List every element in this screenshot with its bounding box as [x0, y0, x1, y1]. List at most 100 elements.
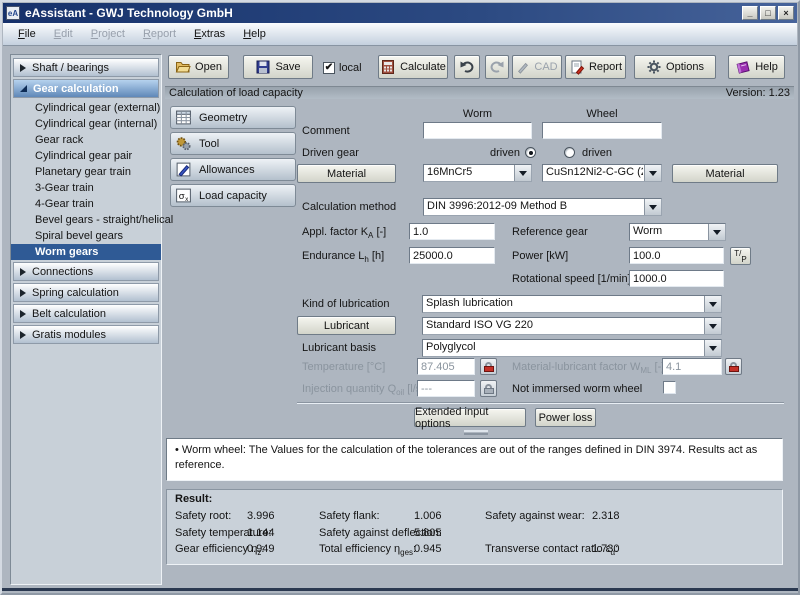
- driven-worm-radio-label: driven: [472, 147, 520, 159]
- save-button[interactable]: Save: [243, 55, 313, 79]
- material-worm-dropdown[interactable]: 16MnCr5: [423, 164, 532, 182]
- safety-against-wear-label: Safety against wear:: [485, 510, 585, 522]
- rotational-speed-input[interactable]: [629, 270, 724, 287]
- chevron-down-icon[interactable]: [704, 296, 721, 312]
- open-folder-icon: [175, 59, 191, 75]
- sidebar-item-gratis-modules[interactable]: Gratis modules: [13, 325, 159, 344]
- driven-wheel-radio[interactable]: [564, 147, 575, 158]
- temperature-input: [417, 358, 475, 375]
- lubricant-basis-dropdown[interactable]: Polyglycol: [422, 339, 722, 357]
- temperature-lock-button[interactable]: [480, 358, 497, 375]
- geometry-button[interactable]: Geometry: [170, 106, 296, 129]
- options-gear-icon: [646, 59, 662, 75]
- sidebar-item-worm-gears[interactable]: Worm gears: [11, 244, 161, 260]
- calculate-button[interactable]: Calculate: [378, 55, 448, 79]
- sidebar-item-belt-calculation[interactable]: Belt calculation: [13, 304, 159, 323]
- load-capacity-button[interactable]: σx Load capacity: [170, 184, 296, 207]
- options-button[interactable]: Options: [634, 55, 716, 79]
- help-book-icon: [735, 59, 751, 75]
- report-label: Report: [589, 61, 622, 73]
- injection-quantity-label: Injection quantity Qoil [l/s]: [302, 383, 424, 397]
- sidebar-item-cylindrical-gear-pair[interactable]: Cylindrical gear pair: [11, 148, 161, 164]
- chevron-down-icon[interactable]: [708, 224, 725, 240]
- safety-root-value: 3.996: [247, 510, 275, 522]
- menu-bar: File Edit Project Report Extras Help: [3, 23, 797, 46]
- calculation-method-dropdown[interactable]: DIN 3996:2012-09 Method B: [423, 198, 662, 216]
- tool-button[interactable]: Tool: [170, 132, 296, 155]
- sidebar-item-spring-calculation[interactable]: Spring calculation: [13, 283, 159, 302]
- redo-button: [485, 55, 509, 79]
- comment-worm-input[interactable]: [423, 122, 532, 139]
- chevron-down-icon[interactable]: [704, 340, 721, 356]
- undo-button[interactable]: [454, 55, 480, 79]
- wheel-column-header: Wheel: [542, 108, 662, 120]
- menu-file[interactable]: File: [9, 23, 45, 45]
- sidebar-item-3-gear-train[interactable]: 3-Gear train: [11, 180, 161, 196]
- chevron-down-icon[interactable]: [704, 318, 721, 334]
- material-worm-button[interactable]: Material: [297, 164, 396, 183]
- cad-pencil-icon: [516, 60, 530, 74]
- chevron-down-icon[interactable]: [644, 199, 661, 215]
- help-button[interactable]: Help: [728, 55, 785, 79]
- close-button[interactable]: ×: [778, 6, 794, 20]
- material-wheel-button[interactable]: Material: [672, 164, 778, 183]
- warning-bullet: •: [175, 444, 179, 456]
- not-immersed-checkbox[interactable]: [663, 381, 676, 394]
- lock-icon: [484, 388, 494, 394]
- sidebar-item-bevel-gears[interactable]: Bevel gears - straight/helical: [11, 212, 161, 228]
- sidebar-item-4-gear-train[interactable]: 4-Gear train: [11, 196, 161, 212]
- geometry-grid-icon: [175, 109, 192, 126]
- chevron-down-icon[interactable]: [514, 165, 531, 181]
- local-checkbox[interactable]: [323, 62, 335, 74]
- injection-quantity-lock-button: [480, 380, 497, 397]
- appl-factor-input[interactable]: [409, 223, 495, 240]
- lubricant-basis-value: Polyglycol: [426, 341, 703, 353]
- sidebar: Shaft / bearings Gear calculation Cylind…: [10, 54, 162, 585]
- svg-text:σ: σ: [179, 191, 185, 202]
- power-input[interactable]: [629, 247, 724, 264]
- comment-wheel-input[interactable]: [542, 122, 662, 139]
- minimize-button[interactable]: _: [742, 6, 758, 20]
- material-wheel-dropdown[interactable]: CuSn12Ni2-C-GC (2...: [542, 164, 662, 182]
- sidebar-item-gear-rack[interactable]: Gear rack: [11, 132, 161, 148]
- calculate-label: Calculate: [400, 61, 446, 73]
- sidebar-item-spiral-bevel-gears[interactable]: Spiral bevel gears: [11, 228, 161, 244]
- sidebar-item-shaft-bearings[interactable]: Shaft / bearings: [13, 58, 159, 77]
- safety-temperature-value: 1.144: [247, 527, 275, 539]
- cad-label: CAD: [534, 61, 557, 73]
- lubricant-button[interactable]: Lubricant: [297, 316, 396, 335]
- app-icon: eA: [6, 6, 20, 20]
- torque-power-toggle-button[interactable]: T/P: [730, 247, 751, 265]
- result-panel: Result: Safety root: 3.996 Safety flank:…: [166, 489, 783, 565]
- driven-worm-radio[interactable]: [525, 147, 536, 158]
- lubricant-dropdown[interactable]: Standard ISO VG 220: [422, 317, 722, 335]
- menu-extras[interactable]: Extras: [185, 23, 234, 45]
- sidebar-item-connections[interactable]: Connections: [13, 262, 159, 281]
- sidebar-item-cylindrical-gear-external[interactable]: Cylindrical gear (external): [11, 100, 161, 116]
- report-document-icon: [569, 59, 585, 75]
- material-lubricant-factor-lock-button[interactable]: [725, 358, 742, 375]
- sidebar-item-gear-calculation[interactable]: Gear calculation: [13, 79, 159, 98]
- tool-gears-icon: [175, 135, 192, 152]
- reference-gear-value: Worm: [633, 225, 707, 237]
- app-window: eA eAssistant - GWJ Technology GmbH _ □ …: [0, 0, 800, 595]
- rotational-speed-label: Rotational speed [1/min]: [512, 273, 631, 285]
- chevron-down-icon[interactable]: [644, 165, 661, 181]
- sidebar-item-cylindrical-gear-internal[interactable]: Cylindrical gear (internal): [11, 116, 161, 132]
- maximize-button[interactable]: □: [760, 6, 776, 20]
- splitter-handle[interactable]: [464, 430, 488, 435]
- calculation-method-label: Calculation method: [302, 201, 396, 213]
- power-loss-button[interactable]: Power loss: [535, 408, 596, 427]
- sidebar-item-planetary-gear-train[interactable]: Planetary gear train: [11, 164, 161, 180]
- kind-of-lubrication-dropdown[interactable]: Splash lubrication: [422, 295, 722, 313]
- save-floppy-icon: [255, 59, 271, 75]
- open-button[interactable]: Open: [168, 55, 229, 79]
- sidebar-item-label: Belt calculation: [32, 308, 106, 320]
- allowances-button[interactable]: Allowances: [170, 158, 296, 181]
- local-checkbox-group[interactable]: local: [323, 60, 375, 76]
- extended-input-options-button[interactable]: Extended input options: [414, 408, 526, 427]
- endurance-input[interactable]: [409, 247, 495, 264]
- report-button[interactable]: Report: [565, 55, 626, 79]
- reference-gear-dropdown[interactable]: Worm: [629, 223, 726, 241]
- menu-help[interactable]: Help: [234, 23, 275, 45]
